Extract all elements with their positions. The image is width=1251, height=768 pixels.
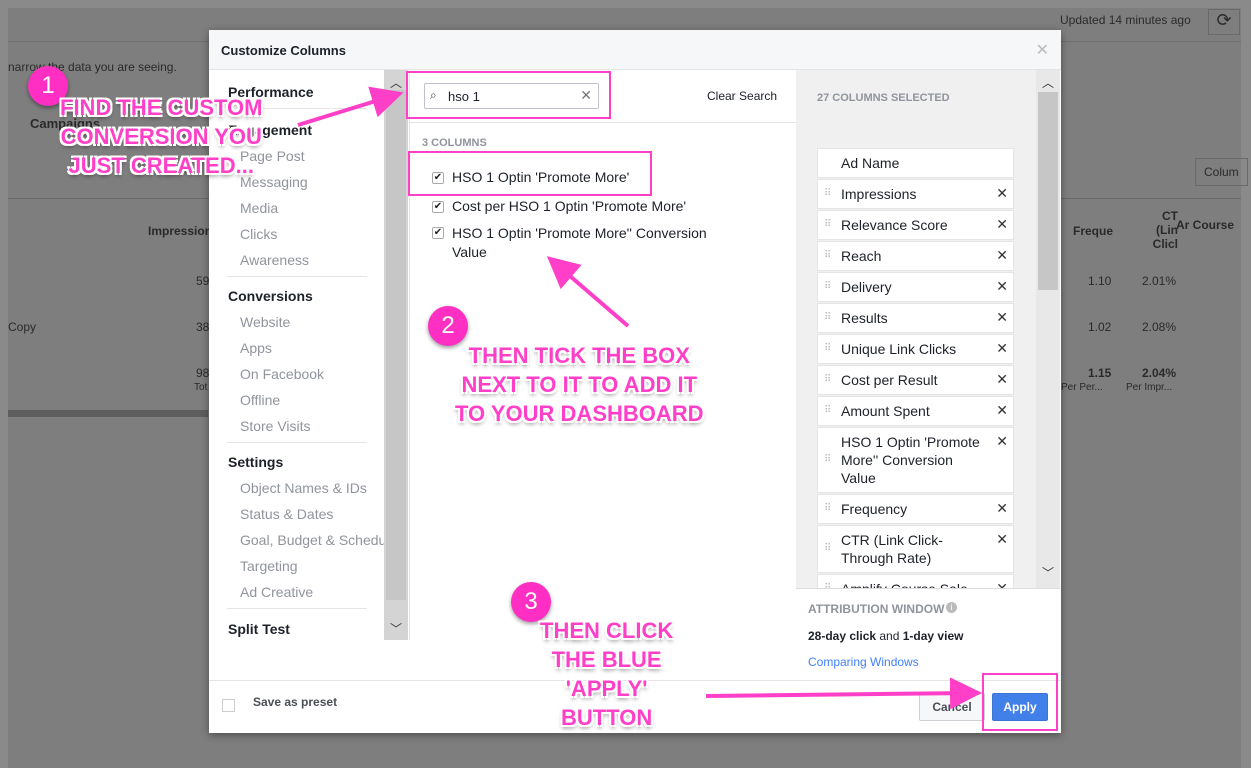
- step-1-text: FIND THE CUSTOM CONVERSION YOU JUST CREA…: [60, 95, 263, 178]
- step-3-text: THEN CLICK THE BLUE 'APPLY' BUTTON: [540, 618, 674, 730]
- step-2-badge: 2: [428, 306, 468, 346]
- step-2-text: THEN TICK THE BOX NEXT TO IT TO ADD IT T…: [455, 343, 704, 426]
